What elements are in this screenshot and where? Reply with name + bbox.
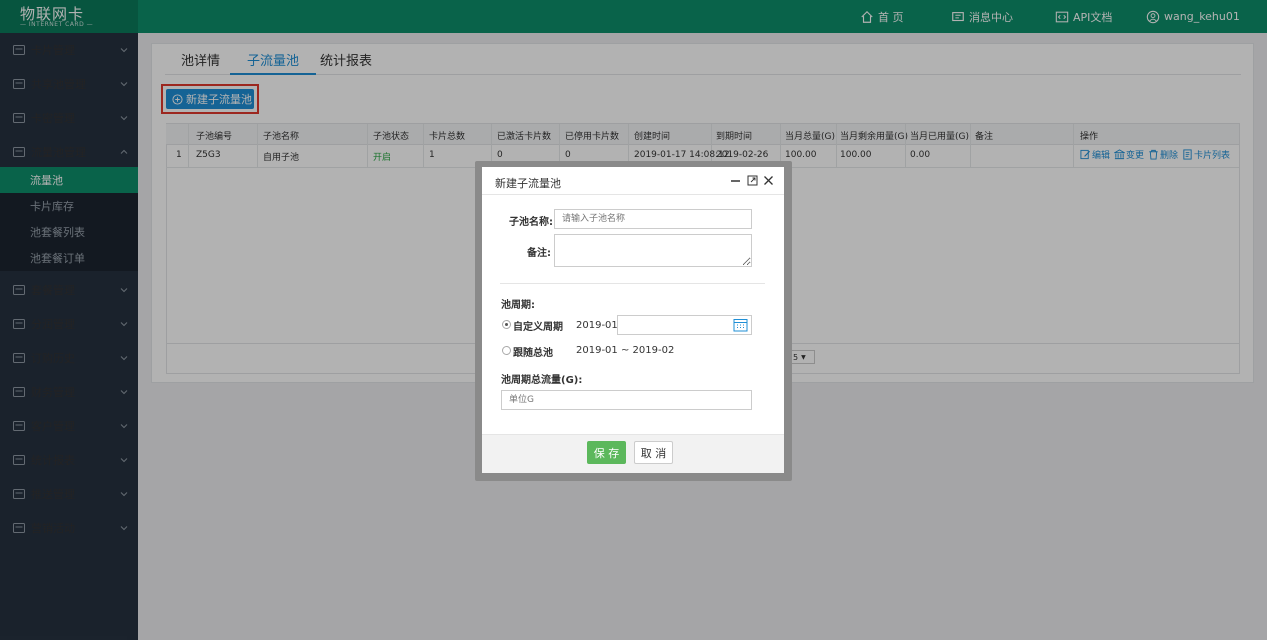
follow-pool-range: 2019-01 ~ 2019-02	[576, 345, 675, 356]
total-traffic-label: 池周期总流量(G):	[501, 375, 583, 386]
cycle-end-date-input[interactable]	[617, 315, 752, 335]
minimize-icon[interactable]	[730, 175, 741, 186]
dialog-footer	[482, 434, 784, 473]
close-icon[interactable]	[763, 175, 774, 186]
calendar-icon[interactable]	[733, 318, 748, 332]
save-button[interactable]: 保 存	[587, 441, 626, 464]
dialog-divider	[500, 283, 765, 284]
sub-pool-name-input[interactable]	[554, 209, 752, 229]
custom-cycle-label: 自定义周期	[513, 322, 563, 333]
remark-textarea[interactable]	[554, 234, 752, 267]
custom-cycle-radio[interactable]	[502, 320, 511, 329]
follow-pool-label: 跟随总池	[513, 348, 553, 359]
maximize-icon[interactable]	[747, 175, 758, 186]
follow-pool-radio[interactable]	[502, 346, 511, 355]
total-traffic-input[interactable]	[501, 390, 752, 410]
remark-label: 备注:	[527, 248, 551, 259]
name-label: 子池名称:	[509, 217, 553, 228]
dialog-title: 新建子流量池	[495, 177, 561, 190]
cancel-button[interactable]: 取 消	[634, 441, 673, 464]
cycle-label: 池周期:	[501, 300, 535, 311]
